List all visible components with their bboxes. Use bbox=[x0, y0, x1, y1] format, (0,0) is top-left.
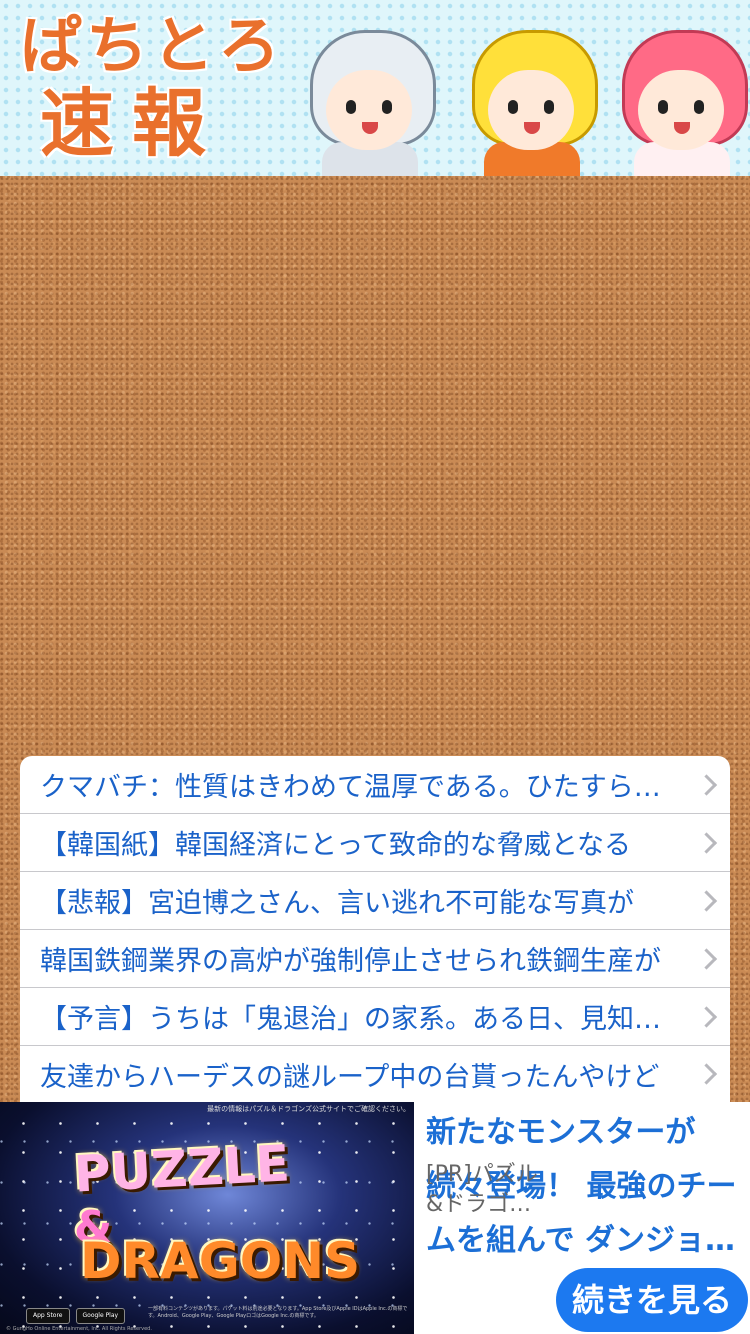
game-logo-dragons: DRAGONS bbox=[80, 1232, 361, 1290]
article-link-row[interactable]: 韓国鉄鋼業界の高炉が強制停止させられ鉄鋼生産が bbox=[20, 930, 730, 988]
game-logo-puzzle: PUZZLE bbox=[72, 1134, 292, 1204]
article-link-title[interactable]: 友達からハーデスの謎ループ中の台貰ったんやけど bbox=[40, 1055, 670, 1094]
article-link-title[interactable]: クマバチ：性質はきわめて温厚である。ひたすら花を求めて飛び回り bbox=[40, 765, 670, 804]
ad-sponsor-label: [PR]パズル&ドラゴ… bbox=[426, 1162, 538, 1217]
store-badges: App Store Google Play bbox=[26, 1308, 126, 1324]
article-link-row[interactable]: 【悲報】宮迫博之さん、言い逃れ不可能な写真が bbox=[20, 872, 730, 930]
article-link-row[interactable]: 友達からハーデスの謎ループ中の台貰ったんやけど bbox=[20, 1046, 730, 1102]
site-header-banner[interactable]: ぱちとろ 速報 bbox=[0, 0, 750, 176]
ad-legal-text: 一部有料コンテンツがあります。パケット料は別途必要となります。App Store… bbox=[148, 1306, 408, 1319]
site-logo-line1: ぱちとろ bbox=[20, 9, 285, 82]
chevron-right-icon bbox=[695, 831, 718, 854]
article-link-row[interactable]: クマバチ：性質はきわめて温厚である。ひたすら花を求めて飛び回り bbox=[20, 756, 730, 814]
mascot-character-pink bbox=[612, 30, 750, 176]
article-link-title[interactable]: 【韓国紙】韓国経済にとって致命的な脅威となる bbox=[40, 823, 670, 862]
ad-image[interactable]: 最新の情報はパズル＆ドラゴンズ公式サイトでご確認ください。 PUZZLE & D… bbox=[0, 1102, 414, 1334]
article-link-title[interactable]: 【予言】うちは「鬼退治」の家系。ある日、見知らぬ bbox=[40, 997, 670, 1036]
chevron-right-icon bbox=[695, 947, 718, 970]
ad-copyright: © GungHo Online Entertainment, Inc. All … bbox=[6, 1326, 152, 1332]
article-link-list: クマバチ：性質はきわめて温厚である。ひたすら花を求めて飛び回り 【韓国紙】韓国経… bbox=[20, 756, 730, 1102]
ad-image-note: 最新の情報はパズル＆ドラゴンズ公式サイトでご確認ください。 bbox=[207, 1105, 410, 1113]
chevron-right-icon bbox=[695, 1063, 718, 1085]
article-link-title[interactable]: 韓国鉄鋼業界の高炉が強制停止させられ鉄鋼生産が bbox=[40, 939, 670, 978]
article-link-title[interactable]: 【悲報】宮迫博之さん、言い逃れ不可能な写真が bbox=[40, 881, 670, 920]
chevron-right-icon bbox=[695, 889, 718, 912]
mascot-character-white bbox=[300, 30, 440, 176]
google-play-badge: Google Play bbox=[75, 1308, 126, 1324]
site-logo-line2: 速報 bbox=[40, 81, 224, 167]
article-link-row[interactable]: 【韓国紙】韓国経済にとって致命的な脅威となる bbox=[20, 814, 730, 872]
read-more-button[interactable]: 続きを見る bbox=[556, 1268, 748, 1332]
article-link-row[interactable]: 【予言】うちは「鬼退治」の家系。ある日、見知らぬ bbox=[20, 988, 730, 1046]
starfield-background bbox=[0, 1102, 414, 1334]
site-logo[interactable]: ぱちとろ 速報 bbox=[20, 8, 300, 168]
chevron-right-icon bbox=[695, 773, 718, 796]
app-store-badge: App Store bbox=[26, 1308, 70, 1324]
chevron-right-icon bbox=[695, 1005, 718, 1028]
mascot-character-yellow bbox=[462, 30, 602, 176]
